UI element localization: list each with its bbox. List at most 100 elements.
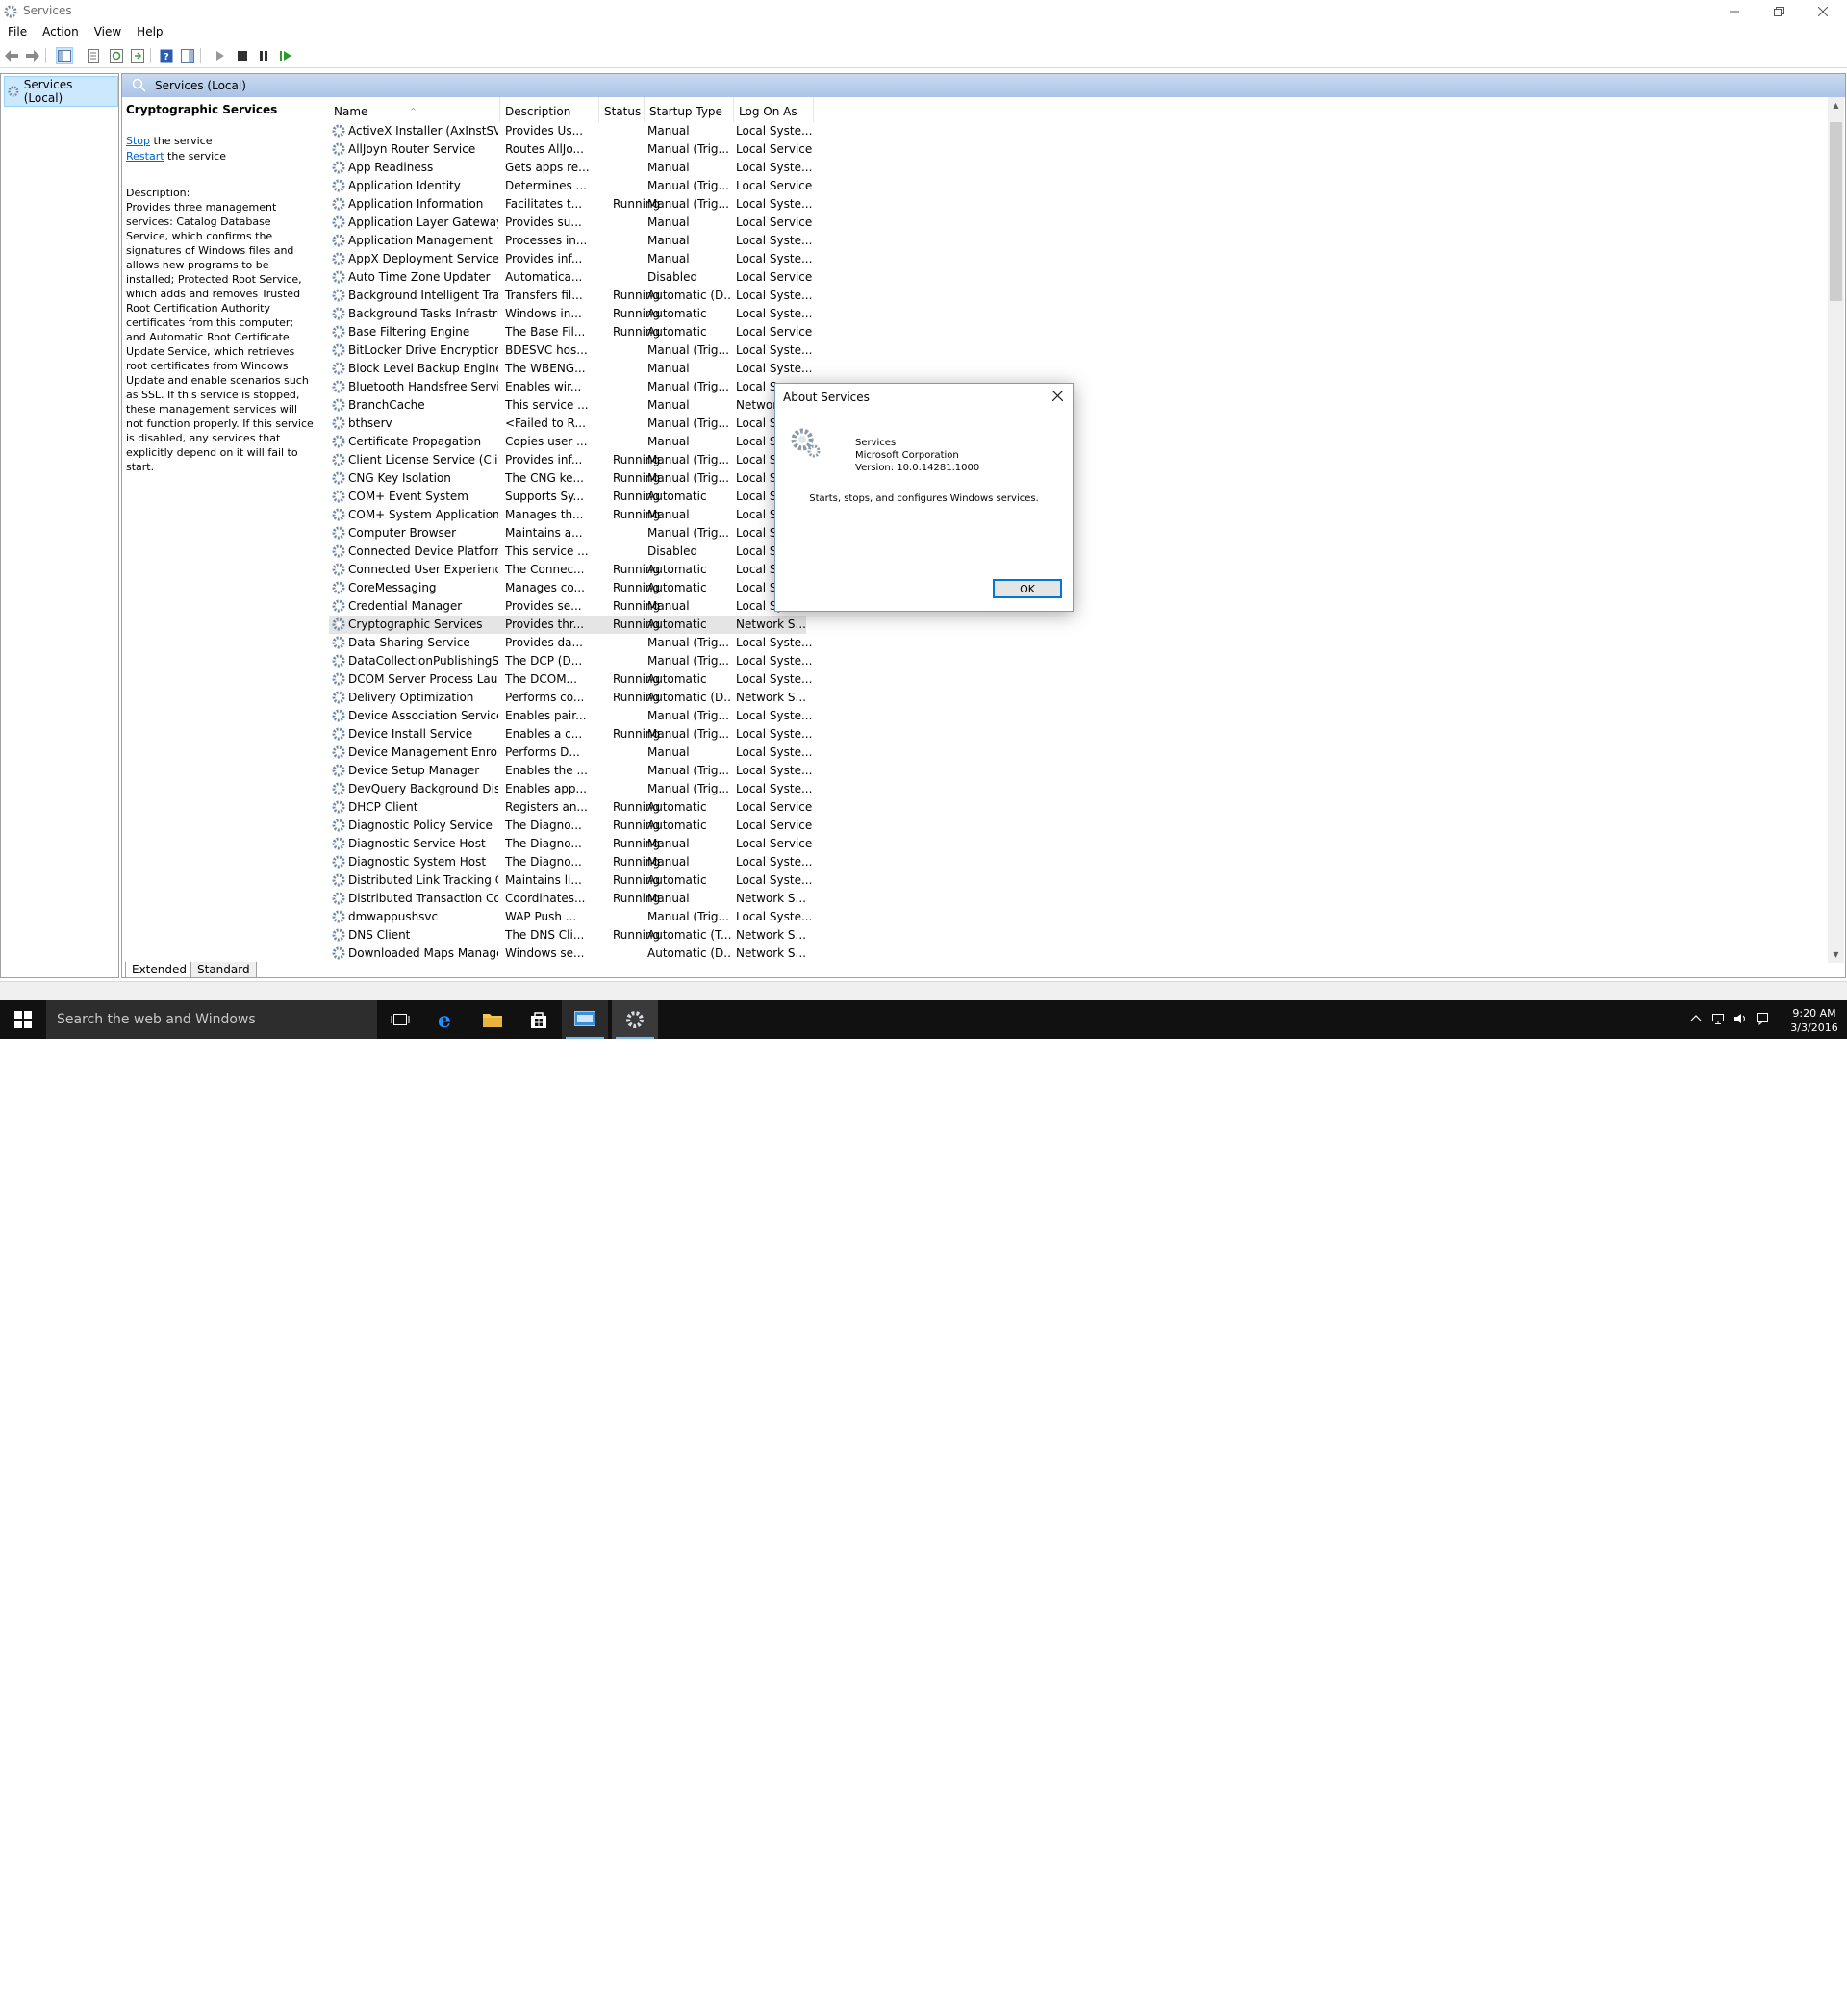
show-action-pane-button[interactable] (179, 47, 196, 64)
service-row[interactable]: Certificate Propagation Copies user ... Ma… (329, 433, 810, 451)
service-row[interactable]: Background Tasks Infrastru... Windows in.… (329, 305, 812, 323)
menu-action[interactable]: Action (35, 23, 87, 42)
taskbar-store[interactable] (516, 1000, 562, 1039)
task-view-button[interactable] (377, 1000, 423, 1039)
restore-button[interactable] (1757, 0, 1801, 23)
service-row[interactable]: Application Information Facilitates t... R… (329, 195, 812, 214)
service-name-cell: bthserv (348, 416, 392, 430)
service-row[interactable]: Distributed Link Tracking Cl... Maintains… (329, 871, 812, 890)
service-startup-type-cell: Manual (Trig... (647, 142, 729, 156)
service-row[interactable]: Auto Time Zone Updater Automatica... Disab… (329, 268, 812, 287)
service-row[interactable]: dmwappushsvc WAP Push ... Manual (Trig... L… (329, 908, 812, 926)
dialog-close-button[interactable] (1050, 388, 1065, 403)
tree-node-services-local[interactable]: Services (Local) (4, 76, 118, 107)
taskbar-file-explorer[interactable] (469, 1000, 516, 1039)
service-row[interactable]: Client License Service (ClipS... Provides… (329, 451, 810, 469)
service-row[interactable]: COM+ Event System Supports Sy... Running Au… (329, 488, 810, 506)
scrollbar-thumb[interactable] (1830, 122, 1842, 301)
service-row[interactable]: Block Level Backup Engine ... The WBENG..… (329, 360, 812, 378)
service-row[interactable]: Application Management Processes in... Man… (329, 232, 812, 250)
vertical-scrollbar[interactable]: ▲ ▼ (1828, 97, 1844, 963)
help-button[interactable]: ? (158, 47, 175, 64)
service-startup-type-cell: Automatic (T... (647, 928, 732, 942)
export-list-button[interactable] (129, 47, 146, 64)
tab-extended[interactable]: Extended (125, 962, 193, 978)
show-hidden-icons-chevron-icon[interactable] (1689, 1012, 1703, 1025)
service-row[interactable]: DNS Client The DNS Cli... Running Automatic… (329, 926, 810, 945)
service-name-cell: DNS Client (348, 928, 411, 942)
taskbar-services[interactable] (612, 1000, 658, 1039)
service-row[interactable]: Diagnostic Policy Service The Diagno... Ru… (329, 817, 812, 835)
column-header-name[interactable]: Name ^ (329, 97, 500, 122)
service-row[interactable]: Delivery Optimization Performs co... Runni… (329, 689, 810, 707)
forward-button[interactable] (24, 47, 41, 64)
volume-icon[interactable] (1733, 1012, 1747, 1025)
column-header-log-on-as[interactable]: Log On As (734, 97, 814, 122)
service-row[interactable]: Application Identity Determines ... Manual… (329, 177, 812, 195)
service-row[interactable]: Device Setup Manager Enables the ... Manua… (329, 762, 812, 780)
scroll-down-arrow-icon[interactable]: ▼ (1828, 946, 1844, 963)
pause-service-button[interactable] (255, 47, 272, 64)
stop-service-button[interactable] (234, 47, 251, 64)
network-icon[interactable] (1711, 1012, 1725, 1025)
taskbar-search-box[interactable]: Search the web and Windows (46, 1000, 377, 1039)
menu-file[interactable]: File (0, 23, 35, 42)
service-row[interactable]: Data Sharing Service Provides da... Manual… (329, 634, 812, 652)
service-row[interactable]: Background Intelligent Tran... Transfers … (329, 287, 812, 305)
service-row[interactable]: Credential Manager Provides se... Running M… (329, 597, 810, 616)
service-row[interactable]: BranchCache This service ... Manual Networ.… (329, 396, 810, 415)
service-row[interactable]: Computer Browser Maintains a... Manual (Tr… (329, 524, 810, 542)
service-row[interactable]: Diagnostic System Host The Diagno... Runni… (329, 853, 812, 871)
back-button[interactable] (3, 47, 20, 64)
service-row[interactable]: CNG Key Isolation The CNG ke... Running Man… (329, 469, 810, 488)
service-row[interactable]: Bluetooth Handsfree Service Enables wir..… (329, 378, 810, 396)
service-row[interactable]: DCOM Server Process Laun...The DCOM...Ru… (329, 670, 812, 689)
service-row[interactable]: Device Association Service Enables pair..… (329, 707, 812, 725)
service-row[interactable]: Device Install Service Enables a c... Runn… (329, 725, 812, 743)
service-row[interactable]: Connected User Experience... The Connec..… (329, 561, 810, 579)
menu-view[interactable]: View (87, 23, 129, 42)
service-row[interactable]: Distributed Transaction Coo... Coordinate… (329, 890, 810, 908)
service-row[interactable]: Application Layer Gateway ... Provides su… (329, 214, 812, 232)
service-row[interactable]: Device Management Enroll... Performs D...… (329, 743, 812, 762)
column-header-startup-type[interactable]: Startup Type (645, 97, 734, 122)
refresh-button[interactable] (108, 47, 125, 64)
service-row[interactable]: bthserv <Failed to R... Manual (Trig... Loc… (329, 415, 810, 433)
service-row[interactable]: AppX Deployment Service (... Provides inf… (329, 250, 812, 268)
services-list: Name ^ Description Status Startup Type Lo… (329, 97, 1830, 963)
service-row[interactable]: Diagnostic Service Host The Diagno... Runn… (329, 835, 812, 853)
stop-service-link[interactable]: Stop (126, 135, 150, 147)
action-center-icon[interactable] (1756, 1012, 1769, 1025)
service-row[interactable]: Downloaded Maps Manager Windows se... Auto… (329, 945, 810, 963)
service-row[interactable]: Cryptographic Services Provides thr... Run… (329, 616, 806, 634)
column-header-description[interactable]: Description (500, 97, 599, 122)
service-row[interactable]: DataCollectionPublishingSe... The DCP (D.… (329, 652, 812, 670)
service-row[interactable]: CoreMessaging Manages co... Running Automat… (329, 579, 810, 597)
restart-service-button[interactable] (277, 47, 294, 64)
close-button[interactable] (1801, 0, 1845, 23)
service-gear-icon (331, 233, 346, 248)
taskbar-computer-management[interactable] (562, 1000, 608, 1039)
service-row[interactable]: DHCP Client Registers an... Running Automat… (329, 798, 812, 817)
service-row[interactable]: ActiveX Installer (AxInstSV) Provides Us.… (329, 122, 812, 140)
properties-button[interactable] (85, 47, 102, 64)
tab-standard[interactable]: Standard (190, 962, 257, 978)
restart-service-link[interactable]: Restart (126, 150, 164, 163)
scroll-up-arrow-icon[interactable]: ▲ (1828, 97, 1844, 113)
start-service-button[interactable] (212, 47, 229, 64)
ok-button[interactable]: OK (993, 579, 1062, 598)
minimize-button[interactable] (1712, 0, 1757, 23)
start-button[interactable] (0, 1000, 46, 1039)
service-row[interactable]: COM+ System Application Manages th... Runn… (329, 506, 810, 524)
service-row[interactable]: Connected Device Platform... This service… (329, 542, 810, 561)
service-row[interactable]: BitLocker Drive Encryption ... BDESVC hos… (329, 341, 812, 360)
service-row[interactable]: App Readiness Gets apps re... Manual Local … (329, 159, 812, 177)
service-row[interactable]: AllJoyn Router Service Routes AllJo... Man… (329, 140, 812, 159)
show-console-tree-button[interactable] (56, 47, 73, 64)
service-row[interactable]: DevQuery Background Disc... Enables app..… (329, 780, 812, 798)
taskbar-edge[interactable]: e (423, 1000, 469, 1039)
menu-help[interactable]: Help (129, 23, 170, 42)
taskbar-clock[interactable]: 9:20 AM 3/3/2016 (1785, 1006, 1843, 1035)
service-row[interactable]: Base Filtering Engine The Base Fil... Runn… (329, 323, 812, 341)
column-header-status[interactable]: Status (599, 97, 645, 122)
